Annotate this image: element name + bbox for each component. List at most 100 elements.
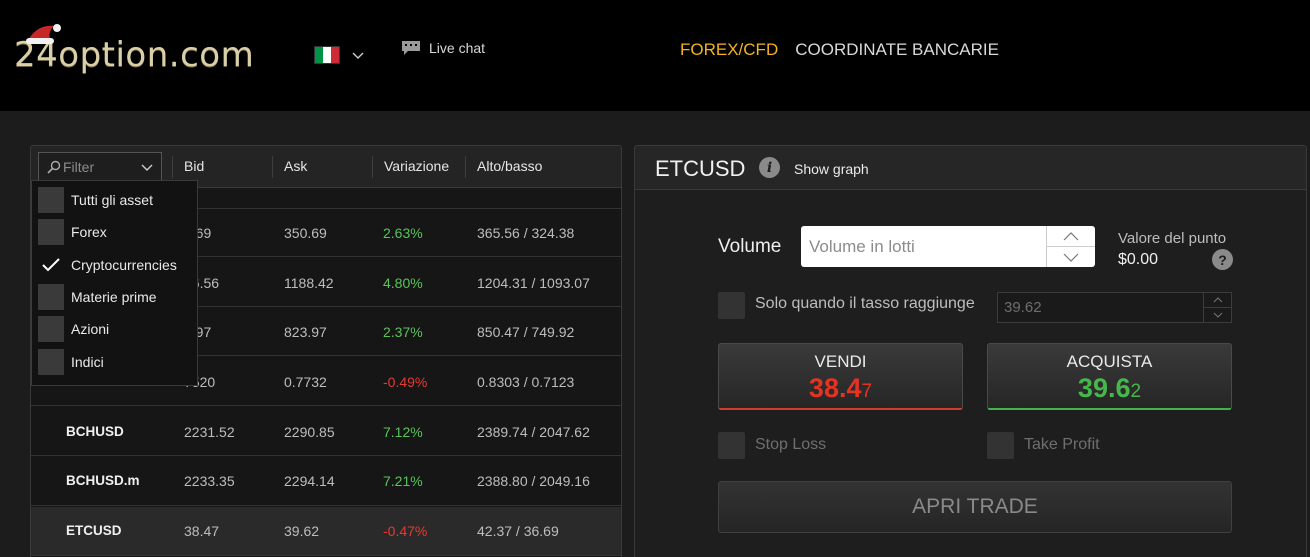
filter-option-label: Cryptocurrencies bbox=[71, 257, 177, 273]
live-chat-label: Live chat bbox=[429, 40, 486, 56]
limit-rate-stepper bbox=[1203, 293, 1231, 322]
language-selector[interactable] bbox=[314, 46, 364, 64]
checkbox[interactable] bbox=[38, 349, 64, 375]
chevron-down-icon bbox=[141, 164, 153, 171]
help-icon[interactable]: ? bbox=[1212, 249, 1233, 270]
row-range: 365.56 / 324.38 bbox=[477, 225, 575, 241]
row-bid: 38.47 bbox=[184, 523, 220, 539]
column-divider bbox=[272, 156, 273, 178]
column-header-variazione[interactable]: Variazione bbox=[384, 158, 449, 174]
checkbox[interactable] bbox=[38, 284, 64, 310]
row-change: 2.63% bbox=[383, 225, 423, 241]
column-divider bbox=[172, 156, 173, 178]
nav-coordinate-bancarie[interactable]: COORDINATE BANCARIE bbox=[795, 40, 999, 60]
row-symbol: BCHUSD.m bbox=[66, 473, 140, 488]
row-change: -0.47% bbox=[383, 523, 428, 539]
row-change: 7.21% bbox=[383, 473, 423, 489]
info-icon[interactable]: i bbox=[759, 157, 780, 178]
filter-option-forex[interactable]: Forex bbox=[38, 218, 107, 246]
chevron-down-icon bbox=[1213, 312, 1222, 318]
column-header-alto-basso[interactable]: Alto/basso bbox=[477, 158, 542, 174]
trade-symbol-title: ETCUSD bbox=[655, 156, 746, 181]
buy-price-main: 39.6 bbox=[1077, 373, 1131, 403]
checkbox[interactable] bbox=[38, 219, 64, 245]
checkbox[interactable] bbox=[38, 316, 64, 342]
row-ask: 0.7732 bbox=[284, 374, 327, 390]
column-header-bid[interactable]: Bid bbox=[184, 158, 204, 174]
row-bid: 2231.52 bbox=[184, 424, 235, 440]
top-header: 24option.com Live chat FOREX/CFD COORDIN… bbox=[0, 0, 1310, 111]
show-graph-link[interactable]: Show graph bbox=[794, 161, 869, 177]
point-value: $0.00 bbox=[1118, 251, 1159, 268]
volume-increment-button[interactable] bbox=[1047, 226, 1095, 246]
chevron-down-icon bbox=[352, 52, 364, 59]
chevron-up-icon bbox=[1063, 231, 1079, 240]
filter-option-stocks[interactable]: Azioni bbox=[38, 315, 109, 343]
table-row-selected[interactable]: ETCUSD 38.47 39.62 -0.47% 42.37 / 36.69 bbox=[31, 507, 621, 556]
limit-decrement-button[interactable] bbox=[1204, 307, 1231, 322]
filter-select[interactable]: Filter bbox=[38, 152, 162, 182]
volume-input[interactable] bbox=[801, 226, 1046, 267]
main-nav: FOREX/CFD COORDINATE BANCARIE bbox=[680, 40, 999, 60]
row-ask: 1188.42 bbox=[284, 275, 334, 291]
row-symbol: BCHUSD bbox=[66, 424, 124, 439]
filter-placeholder: Filter bbox=[63, 159, 95, 175]
row-range: 1204.31 / 1093.07 bbox=[477, 275, 590, 291]
buy-button[interactable]: ACQUISTA 39.62 bbox=[987, 343, 1232, 410]
search-icon bbox=[47, 160, 61, 174]
limit-rate-input[interactable] bbox=[998, 293, 1203, 322]
limit-checkbox[interactable] bbox=[718, 292, 745, 319]
checkbox[interactable] bbox=[38, 187, 64, 213]
table-row[interactable]: BCHUSD 2231.52 2290.85 7.12% 2389.74 / 2… bbox=[31, 407, 621, 456]
filter-option-crypto[interactable]: Cryptocurrencies bbox=[38, 251, 177, 279]
filter-option-label: Tutti gli asset bbox=[71, 192, 153, 208]
row-range: 0.8303 / 0.7123 bbox=[477, 374, 575, 390]
row-ask: 2294.14 bbox=[284, 473, 335, 489]
filter-option-label: Forex bbox=[71, 224, 107, 240]
sell-label: VENDI bbox=[814, 352, 867, 371]
trade-panel: ETCUSD i Show graph Volume Valore del pu… bbox=[634, 145, 1307, 557]
stop-loss-checkbox[interactable] bbox=[718, 432, 745, 459]
column-divider bbox=[465, 156, 466, 178]
nav-forex-cfd[interactable]: FOREX/CFD bbox=[680, 40, 778, 60]
filter-option-indices[interactable]: Indici bbox=[38, 348, 104, 376]
take-profit-label: Take Profit bbox=[1024, 436, 1100, 453]
chevron-up-icon bbox=[1213, 297, 1222, 303]
checkbox-checked[interactable] bbox=[38, 252, 64, 278]
limit-increment-button[interactable] bbox=[1204, 293, 1231, 307]
sell-button[interactable]: VENDI 38.47 bbox=[718, 343, 963, 410]
volume-field bbox=[801, 226, 1095, 267]
column-divider bbox=[372, 156, 373, 178]
take-profit-checkbox[interactable] bbox=[987, 432, 1014, 459]
italy-flag-icon bbox=[314, 46, 340, 64]
row-range: 2389.74 / 2047.62 bbox=[477, 424, 590, 440]
chevron-down-icon bbox=[1063, 253, 1079, 262]
row-change: 2.37% bbox=[383, 324, 423, 340]
stop-loss-label: Stop Loss bbox=[755, 436, 827, 453]
buy-label: ACQUISTA bbox=[1066, 352, 1153, 371]
filter-option-label: Materie prime bbox=[71, 289, 157, 305]
row-range: 850.47 / 749.92 bbox=[477, 324, 575, 340]
point-value-label: Valore del punto bbox=[1118, 230, 1227, 247]
live-chat-link[interactable]: Live chat bbox=[401, 40, 485, 56]
row-change: 4.80% bbox=[383, 275, 423, 291]
table-row[interactable]: BCHUSD.m 2233.35 2294.14 7.21% 2388.80 /… bbox=[31, 457, 621, 506]
filter-option-commodities[interactable]: Materie prime bbox=[38, 283, 157, 311]
column-header-ask[interactable]: Ask bbox=[284, 158, 307, 174]
filter-option-label: Indici bbox=[71, 354, 104, 370]
logo[interactable]: 24option.com bbox=[14, 24, 254, 80]
open-trade-button[interactable]: APRI TRADE bbox=[718, 481, 1232, 533]
sell-price-main: 38.4 bbox=[808, 373, 862, 403]
row-range: 42.37 / 36.69 bbox=[477, 523, 559, 539]
row-symbol: ETCUSD bbox=[66, 523, 122, 538]
checkmark-icon bbox=[42, 258, 60, 272]
volume-decrement-button[interactable] bbox=[1047, 246, 1095, 267]
row-ask: 2290.85 bbox=[284, 424, 335, 440]
buy-price: 39.62 bbox=[988, 373, 1231, 404]
row-bid: 2233.35 bbox=[184, 473, 235, 489]
row-change: -0.49% bbox=[383, 374, 428, 390]
sell-price-pip: 7 bbox=[861, 381, 873, 402]
filter-option-all[interactable]: Tutti gli asset bbox=[38, 186, 153, 214]
row-ask: 823.97 bbox=[284, 324, 327, 340]
chat-bubble-icon bbox=[402, 41, 420, 55]
